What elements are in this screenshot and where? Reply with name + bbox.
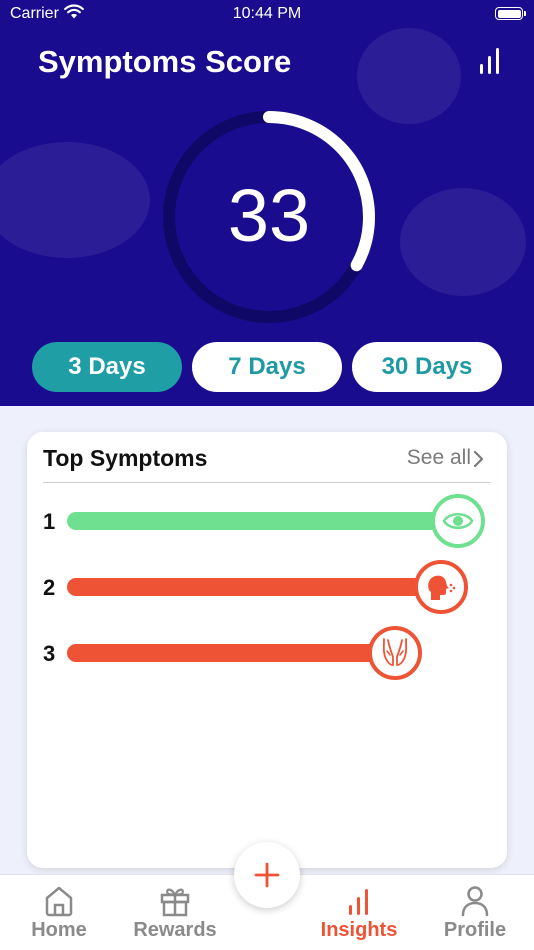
see-all-link[interactable]: See all [407, 446, 471, 470]
cough-icon [428, 575, 456, 600]
add-symptom-button[interactable] [234, 842, 300, 908]
symptom-badge[interactable] [430, 494, 485, 548]
page-title: Symptoms Score [38, 44, 292, 79]
home-icon [45, 886, 73, 917]
score-value: 33 [227, 174, 311, 257]
tab-label: Rewards [133, 919, 217, 941]
status-bar: Carrier 10:44 PM [0, 0, 534, 30]
battery-icon [495, 7, 526, 20]
gift-icon [160, 888, 190, 917]
tab-label: Insights [320, 919, 398, 941]
tab-home[interactable]: Home [4, 875, 114, 942]
eye-icon [442, 513, 474, 529]
hands-icon [382, 638, 407, 666]
tab-insights[interactable]: Insights [304, 875, 414, 942]
clock: 10:44 PM [232, 5, 302, 22]
card-title: Top Symptoms [43, 445, 208, 471]
range-7-days-button[interactable]: 7 Days [192, 342, 342, 392]
symptom-bar [67, 644, 395, 662]
background-blob [0, 142, 150, 258]
symptom-badge[interactable] [413, 560, 468, 614]
plus-icon [254, 862, 280, 888]
tab-label: Home [31, 919, 87, 941]
symptom-bar [67, 578, 441, 596]
background-blob [400, 188, 526, 296]
symptom-bar [67, 512, 458, 530]
tab-profile[interactable]: Profile [420, 875, 530, 942]
symptom-badge[interactable] [367, 626, 422, 680]
tab-label: Profile [443, 919, 507, 941]
person-icon [461, 886, 489, 917]
chart-icon [349, 889, 368, 915]
top-symptoms-card: Top Symptoms See all 1 2 3 [27, 432, 507, 868]
bar-chart-icon[interactable] [476, 46, 504, 76]
range-30-days-button[interactable]: 30 Days [352, 342, 502, 392]
symptom-rank: 1 [43, 509, 56, 534]
chevron-right-icon[interactable] [473, 450, 485, 468]
range-3-days-button[interactable]: 3 Days [32, 342, 182, 392]
symptom-rank: 3 [43, 641, 56, 666]
symptom-rank: 2 [43, 575, 56, 600]
divider [43, 482, 491, 483]
tab-rewards[interactable]: Rewards [120, 875, 230, 942]
